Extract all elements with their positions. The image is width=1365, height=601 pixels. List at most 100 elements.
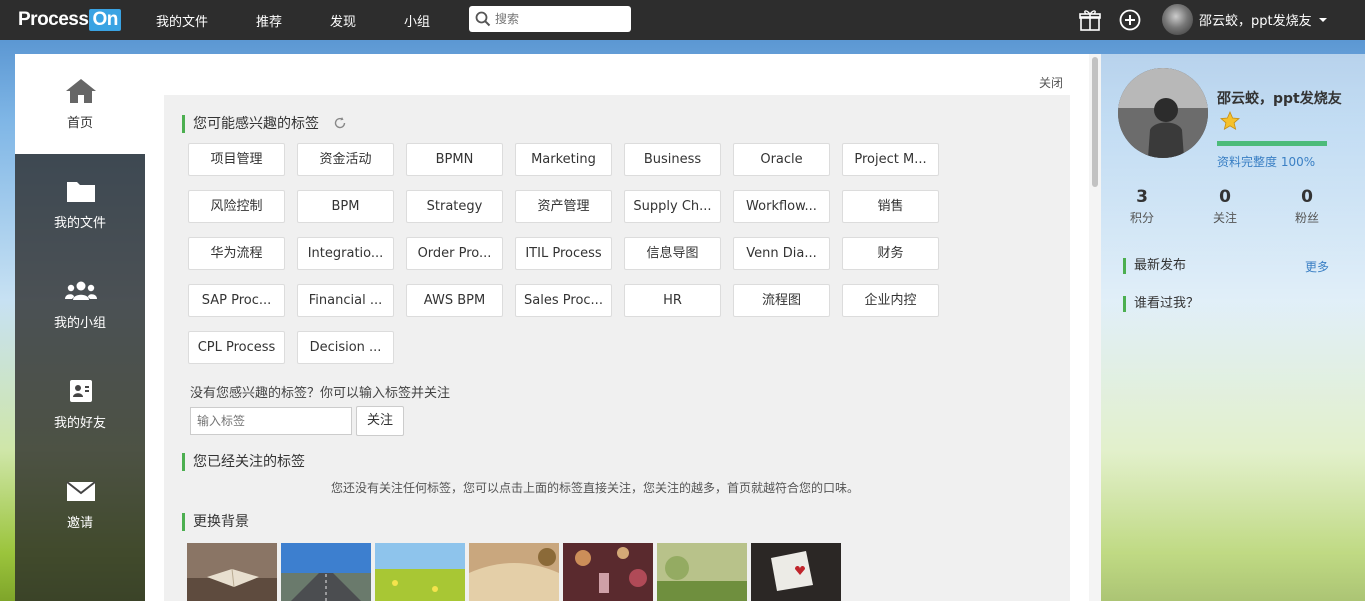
profile-completeness-bar: [1217, 141, 1327, 146]
profile-name[interactable]: 邵云蛟，ppt发烧友: [1217, 88, 1342, 108]
tag-chip[interactable]: Venn Dia...: [733, 237, 830, 270]
section-title-visitors: 谁看过我？: [1123, 296, 1199, 312]
plus-circle-icon[interactable]: [1117, 7, 1143, 33]
nav-discover[interactable]: 发现: [330, 11, 356, 30]
tag-chip[interactable]: Business: [624, 143, 721, 176]
gift-icon[interactable]: [1077, 7, 1103, 33]
tag-chip[interactable]: Strategy: [406, 190, 503, 223]
tag-chip[interactable]: Decision ...: [297, 331, 394, 364]
group-icon: [65, 281, 97, 300]
stat-points-label: 积分: [1129, 211, 1154, 225]
tag-chip[interactable]: Oracle: [733, 143, 830, 176]
follow-button[interactable]: 关注: [356, 406, 404, 436]
sidebar-label-my-friends: 我的好友: [53, 416, 106, 431]
user-menu[interactable]: 邵云蛟，ppt发烧友: [1162, 4, 1329, 35]
nav-groups[interactable]: 小组: [404, 11, 430, 30]
background-thumbnail-meadow[interactable]: [375, 543, 465, 601]
stat-points[interactable]: 3 积分: [1112, 187, 1172, 226]
refresh-icon[interactable]: [333, 116, 347, 130]
nav-my-files[interactable]: 我的文件: [156, 11, 208, 30]
close-link[interactable]: 关闭: [1039, 74, 1063, 91]
followed-empty-text: 您还没有关注任何标签，您可以点击上面的标签直接关注，您关注的越多，首页就越符合您…: [331, 481, 860, 495]
tag-chip[interactable]: 风险控制: [188, 190, 285, 223]
processon-logo[interactable]: Process On: [18, 7, 121, 33]
tag-chip[interactable]: Supply Ch...: [624, 190, 721, 223]
stat-following[interactable]: 0 关注: [1195, 187, 1255, 226]
tag-chip[interactable]: 财务: [842, 237, 939, 270]
search-input[interactable]: [495, 12, 615, 26]
section-title-interest: 您可能感兴趣的标签: [182, 115, 319, 133]
tag-chip[interactable]: 项目管理: [188, 143, 285, 176]
tag-chip[interactable]: BPMN: [406, 143, 503, 176]
main-scrollbar[interactable]: [1089, 54, 1101, 601]
background-thumbnail-road[interactable]: [281, 543, 371, 601]
tag-chip[interactable]: Integratio...: [297, 237, 394, 270]
tag-chip[interactable]: ITIL Process: [515, 237, 612, 270]
sidebar-item-my-friends[interactable]: 我的好友: [15, 354, 145, 454]
tag-chip[interactable]: HR: [624, 284, 721, 317]
background-thumbnail-forest[interactable]: [657, 543, 747, 601]
sidebar-item-my-groups[interactable]: 我的小组: [15, 254, 145, 354]
sidebar-item-home[interactable]: 首页: [15, 54, 145, 154]
sidebar-label-home: 首页: [66, 116, 93, 131]
tag-chip[interactable]: Project M...: [842, 143, 939, 176]
stat-points-value: 3: [1136, 187, 1148, 207]
tag-chip[interactable]: 信息导图: [624, 237, 721, 270]
tag-chip[interactable]: 企业内控: [842, 284, 939, 317]
sidebar-label-invite: 邀请: [66, 516, 93, 531]
background-thumbnail-book[interactable]: [187, 543, 277, 601]
stat-following-value: 0: [1219, 187, 1231, 207]
scrollbar-thumb[interactable]: [1092, 57, 1098, 187]
main-panel: 关闭 您可能感兴趣的标签 项目管理 资金活动 BPMN Marketing Busine…: [145, 54, 1089, 601]
sidebar-label-my-files: 我的文件: [53, 216, 106, 231]
home-icon: [66, 79, 96, 103]
sidebar-item-invite[interactable]: 邀请: [15, 454, 145, 554]
logo-text-process: Process: [18, 9, 89, 30]
tag-chip[interactable]: 流程图: [733, 284, 830, 317]
section-title-followed: 您已经关注的标签: [182, 453, 305, 471]
left-sidebar: 首页 我的文件 我的小组 我的好友 邀请: [15, 54, 145, 601]
avatar: [1162, 4, 1193, 35]
tag-recommendation-card: 您可能感兴趣的标签 项目管理 资金活动 BPMN Marketing Business O…: [164, 95, 1070, 601]
more-link[interactable]: 更多: [1305, 258, 1329, 275]
stat-fans[interactable]: 0 粉丝: [1277, 187, 1337, 226]
tag-chip[interactable]: CPL Process: [188, 331, 285, 364]
top-navigation-bar: ProcessOn 我的文件 推荐 发现 小组 邵云蛟，ppt发烧友: [0, 0, 1365, 40]
section-title-background: 更换背景: [182, 513, 249, 531]
tag-chip[interactable]: 资产管理: [515, 190, 612, 223]
contact-card-icon: [70, 380, 92, 402]
sidebar-label-my-groups: 我的小组: [53, 316, 106, 331]
logo-text-on: On: [89, 9, 121, 31]
stat-fans-label: 粉丝: [1294, 211, 1319, 225]
stat-fans-value: 0: [1301, 187, 1313, 207]
tag-chip[interactable]: SAP Proc...: [188, 284, 285, 317]
background-thumbnail-bokeh[interactable]: [563, 543, 653, 601]
background-thumbnail-pocket-watch[interactable]: [469, 543, 559, 601]
profile-avatar[interactable]: [1118, 68, 1208, 158]
section-title-latest: 最新发布: [1123, 258, 1186, 274]
search-box[interactable]: [469, 6, 631, 32]
mail-icon: [66, 481, 96, 501]
tag-chip[interactable]: Marketing: [515, 143, 612, 176]
tag-input[interactable]: [190, 407, 352, 435]
profile-panel: 邵云蛟，ppt发烧友 资料完整度 100% 3 积分 0 关注 0 粉丝 最新发…: [1101, 54, 1365, 601]
search-icon: [475, 11, 491, 27]
tag-chip[interactable]: Order Pro...: [406, 237, 503, 270]
tag-chip[interactable]: 资金活动: [297, 143, 394, 176]
nav-recommend[interactable]: 推荐: [256, 11, 282, 30]
level-star-icon: [1220, 111, 1240, 131]
tag-chip[interactable]: Sales Proc...: [515, 284, 612, 317]
tag-chip[interactable]: 销售: [842, 190, 939, 223]
tag-chip[interactable]: AWS BPM: [406, 284, 503, 317]
tag-chip[interactable]: 华为流程: [188, 237, 285, 270]
tag-chip[interactable]: BPM: [297, 190, 394, 223]
folder-icon: [67, 182, 95, 202]
profile-completeness-label: 资料完整度 100%: [1217, 155, 1316, 169]
background-thumbnail-love-note[interactable]: [751, 543, 841, 601]
sidebar-item-my-files[interactable]: 我的文件: [15, 154, 145, 254]
tag-chip[interactable]: Financial ...: [297, 284, 394, 317]
profile-completeness-fill: [1217, 141, 1327, 146]
caret-down-icon: [1318, 17, 1327, 22]
tag-chip[interactable]: Workflow...: [733, 190, 830, 223]
user-name: 邵云蛟，ppt发烧友: [1199, 14, 1312, 29]
